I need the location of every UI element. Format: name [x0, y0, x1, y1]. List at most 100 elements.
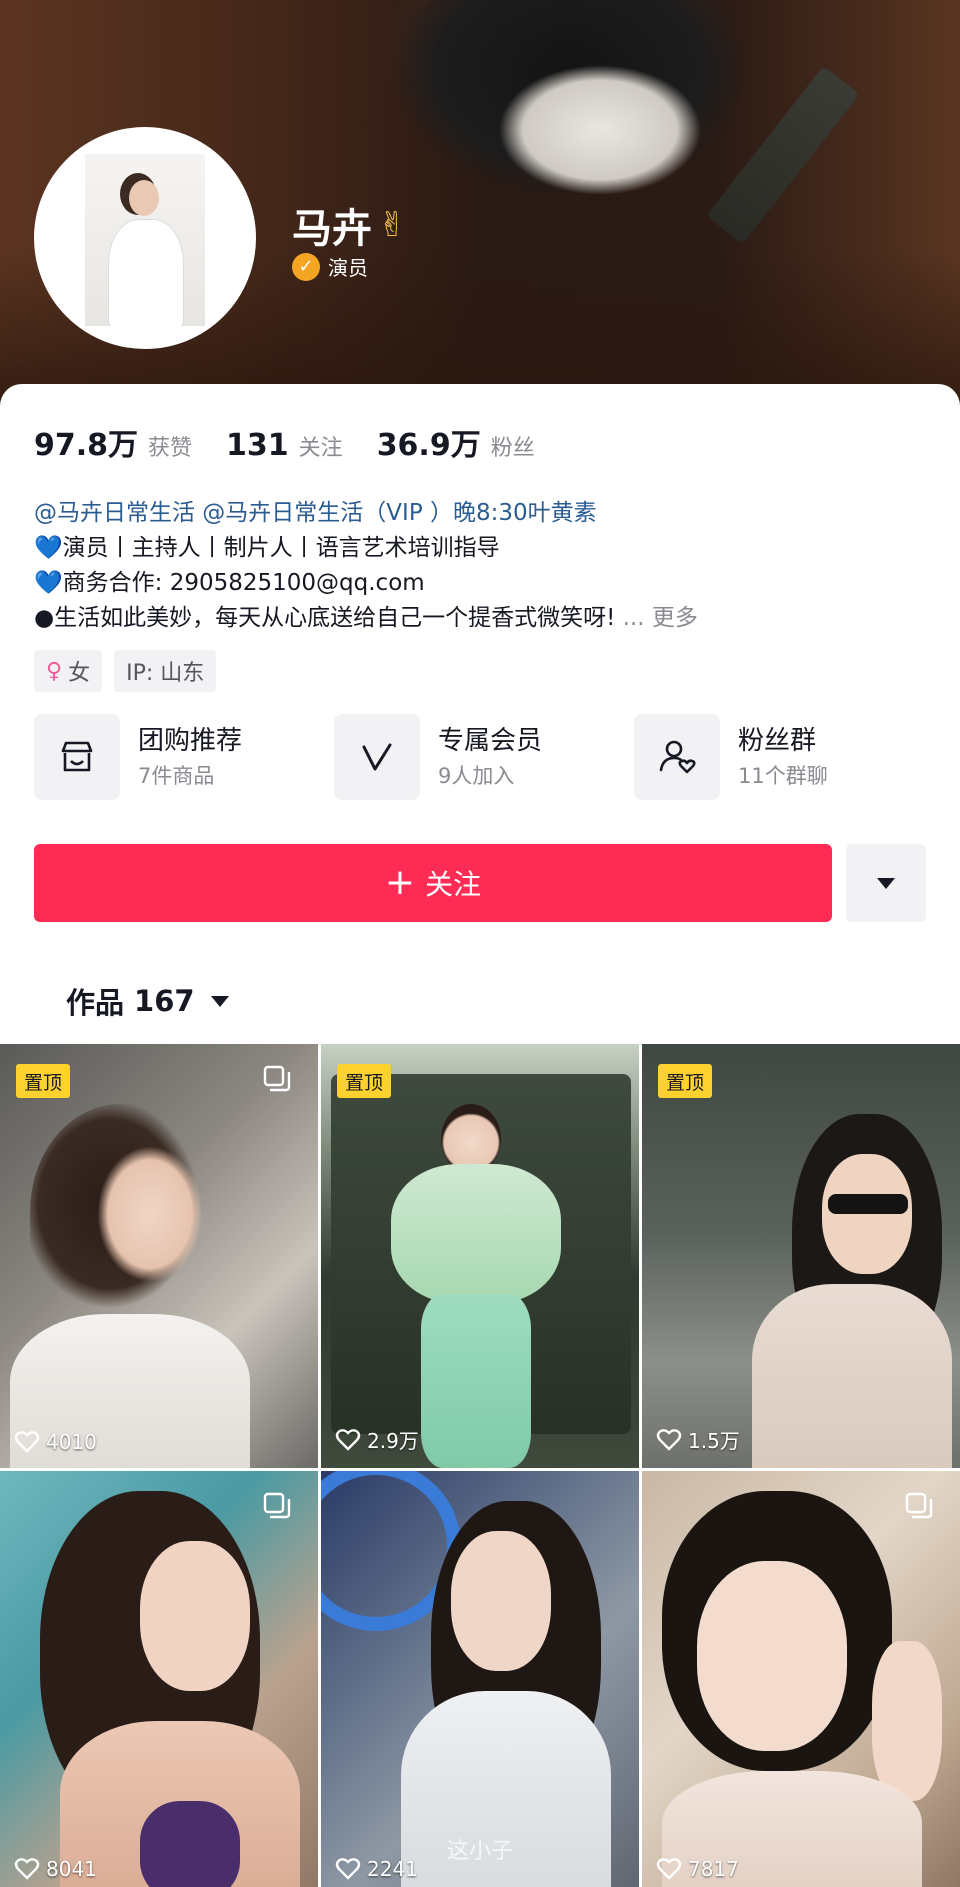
verified-title-text: 演员 [328, 256, 368, 280]
ip-location-text: IP: 山东 [126, 661, 205, 686]
gender-tag-text: 女 [68, 661, 91, 686]
heart-icon [14, 1431, 40, 1453]
stat-followers-value: 36.9万 [376, 428, 481, 463]
feature-membership-title: 专属会员 [438, 726, 543, 756]
bio-motto-text: ●生活如此美妙，每天从心底送给自己一个提香式微笑呀! [34, 605, 616, 631]
caret-down-icon [210, 995, 229, 1007]
thumbnail-face [697, 1561, 847, 1751]
follow-button-label: 关注 [425, 868, 482, 901]
thumbnail-sunglasses [828, 1194, 908, 1214]
blue-heart-icon: 💙 [34, 570, 63, 596]
profile-name-text: 马卉 [292, 206, 372, 252]
stat-following-label: 关注 [298, 436, 343, 461]
tab-works[interactable]: 作品 167 [66, 980, 229, 1022]
feature-membership-sub: 9人加入 [438, 764, 515, 788]
bio-ellipsis: ... [622, 605, 645, 631]
heart-icon [335, 1428, 361, 1451]
pinned-badge: 置顶 [658, 1064, 713, 1098]
avatar-dress [109, 220, 183, 326]
feature-group-buy-sub: 7件商品 [138, 764, 215, 788]
profile-stats: 97.8万 获赞 131 关注 36.9万 粉丝 [34, 420, 569, 464]
video-tile[interactable]: 这小子 2241 [321, 1471, 639, 1887]
fan-group-icon [634, 714, 720, 800]
profile-features: 团购推荐 7件商品 专属会员 9人加入 粉丝群 11个群聊 [34, 714, 934, 800]
ip-location-tag: IP: 山东 [114, 650, 217, 692]
profile-name: 马卉 ✌ [292, 196, 407, 254]
gender-tag: ♀ 女 [34, 650, 103, 692]
video-likes-count: 4010 [46, 1430, 97, 1454]
stat-following-value: 131 [226, 428, 289, 463]
video-likes: 2241 [335, 1857, 418, 1881]
video-likes: 7817 [656, 1857, 739, 1881]
profile-card: 97.8万 获赞 131 关注 36.9万 粉丝 @马卉日常生活 @马卉日常生活… [0, 384, 960, 1887]
heart-icon [656, 1858, 682, 1880]
video-grid: 置顶 4010 置顶 2.9万 置顶 1.5万 8041 这小子 2241 78… [0, 1044, 960, 1887]
bio-line-motto: ●生活如此美妙，每天从心底送给自己一个提香式微笑呀! ... 更多 [34, 601, 934, 636]
female-icon: ♀ [46, 658, 63, 684]
victory-hand-icon: ✌ [378, 205, 407, 245]
video-likes: 2.9万 [335, 1425, 419, 1454]
stat-followers[interactable]: 36.9万 粉丝 [377, 420, 535, 464]
video-likes-count: 7817 [688, 1857, 739, 1881]
follow-row: + 关注 [34, 844, 926, 922]
pinned-badge: 置顶 [16, 1064, 71, 1098]
avatar-head [129, 180, 159, 216]
video-likes-count: 8041 [46, 1857, 97, 1881]
heart-icon [335, 1858, 361, 1880]
feature-group-buy[interactable]: 团购推荐 7件商品 [34, 714, 334, 800]
shop-icon [34, 714, 120, 800]
heart-icon [656, 1428, 682, 1451]
profile-banner: 马卉 ✌ ✓ 演员 [0, 0, 960, 420]
stat-likes[interactable]: 97.8万 获赞 [34, 420, 192, 464]
feature-group-buy-title: 团购推荐 [138, 726, 243, 756]
video-likes: 8041 [14, 1857, 97, 1881]
stat-followers-label: 粉丝 [490, 436, 535, 461]
multi-image-icon [905, 1492, 933, 1519]
thumbnail-top [752, 1284, 952, 1468]
thumbnail-face [822, 1154, 912, 1274]
verified-title: ✓ 演员 [292, 252, 368, 281]
plus-icon: + [384, 862, 416, 903]
bio-mentions[interactable]: @马卉日常生活 @马卉日常生活（VIP ）晚8:30叶黄素 [34, 496, 934, 531]
feature-fan-group-title: 粉丝群 [738, 726, 817, 756]
heart-icon [14, 1858, 40, 1880]
thumbnail-swimsuit [140, 1801, 240, 1887]
more-options-button[interactable] [846, 844, 926, 922]
stat-following[interactable]: 131 关注 [226, 428, 343, 463]
stat-likes-label: 获赞 [148, 436, 193, 461]
thumbnail-pants [421, 1294, 531, 1468]
feature-membership[interactable]: 专属会员 9人加入 [334, 714, 634, 800]
video-likes: 4010 [14, 1430, 97, 1454]
feature-fan-group[interactable]: 粉丝群 11个群聊 [634, 714, 934, 800]
thumbnail-hand [872, 1641, 942, 1801]
video-tile[interactable]: 置顶 4010 [0, 1044, 318, 1468]
video-tile[interactable]: 8041 [0, 1471, 318, 1887]
bio-roles-text: 演员丨主持人丨制片人丨语言艺术培训指导 [62, 535, 500, 561]
avatar-photo [85, 154, 205, 326]
video-tile[interactable]: 置顶 2.9万 [321, 1044, 639, 1468]
video-likes-count: 2.9万 [367, 1429, 419, 1453]
video-tile[interactable]: 7817 [642, 1471, 960, 1887]
pinned-badge: 置顶 [337, 1064, 392, 1098]
video-likes-count: 2241 [367, 1857, 418, 1881]
feature-fan-group-sub: 11个群聊 [738, 764, 828, 788]
multi-image-icon [263, 1492, 291, 1519]
vip-icon [334, 714, 420, 800]
bio-line-roles: 💙演员丨主持人丨制片人丨语言艺术培训指导 [34, 531, 934, 566]
bio-business-text: 商务合作: 2905825100@qq.com [62, 570, 425, 596]
video-tile[interactable]: 置顶 1.5万 [642, 1044, 960, 1468]
thumbnail-face [451, 1531, 551, 1671]
verified-check-icon: ✓ [292, 252, 320, 281]
multi-image-icon [263, 1065, 291, 1092]
avatar[interactable] [34, 127, 256, 349]
stat-likes-value: 97.8万 [34, 428, 139, 463]
bio-line-business: 💙商务合作: 2905825100@qq.com [34, 566, 934, 601]
thumbnail-face [140, 1541, 250, 1691]
follow-button[interactable]: + 关注 [34, 844, 832, 922]
bio-more-link[interactable]: 更多 [652, 605, 698, 631]
video-likes: 1.5万 [656, 1425, 740, 1454]
profile-tags: ♀ 女 IP: 山东 [34, 650, 217, 692]
blue-heart-icon: 💙 [34, 535, 63, 561]
profile-bio[interactable]: @马卉日常生活 @马卉日常生活（VIP ）晚8:30叶黄素 💙演员丨主持人丨制片… [34, 496, 934, 636]
tab-works-count: 167 [134, 984, 195, 1018]
